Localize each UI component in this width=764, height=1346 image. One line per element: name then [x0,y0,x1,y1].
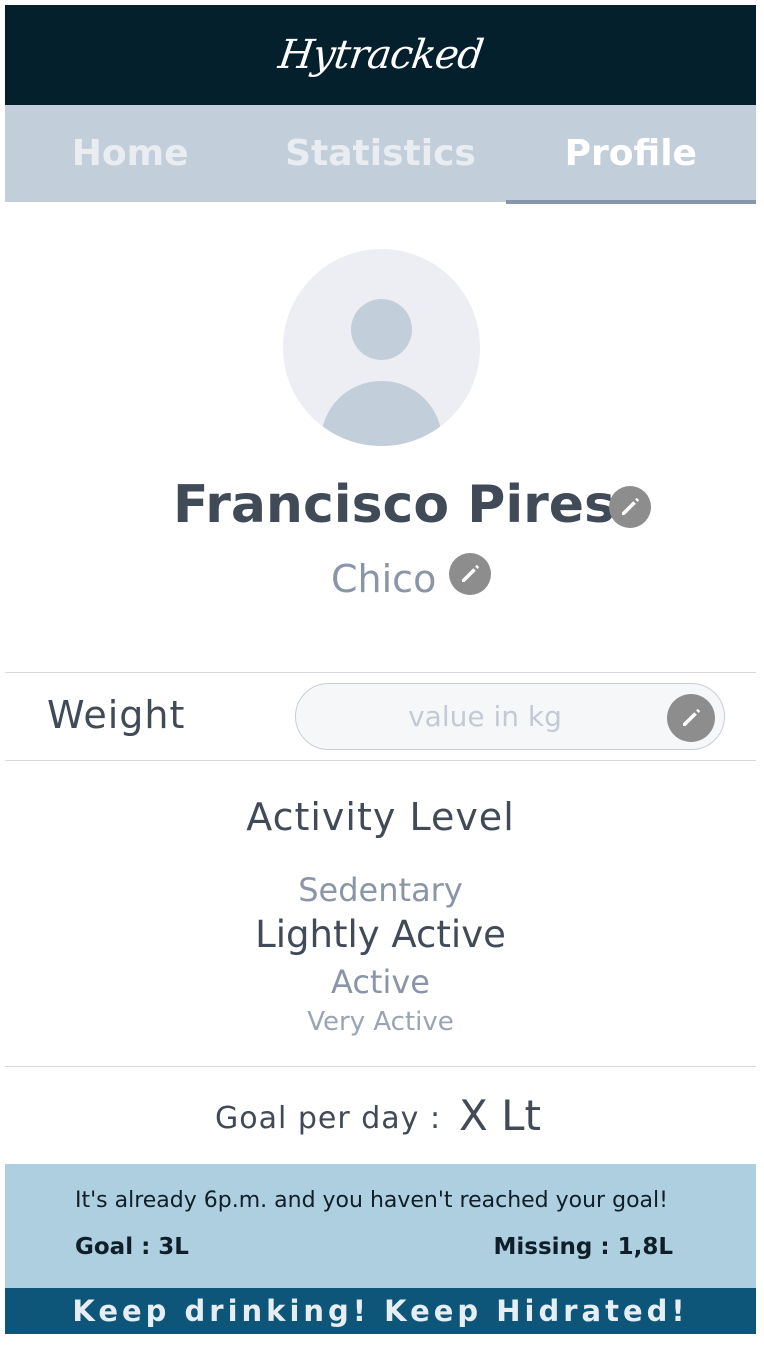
tab-statistics[interactable]: Statistics [255,105,505,202]
pencil-icon [622,498,639,515]
goal-row: Goal per day : X Lt [5,1091,756,1151]
weight-label: Weight [47,693,186,737]
goal-per-day-label: Goal per day : [215,1101,442,1136]
tab-home[interactable]: Home [5,105,255,202]
reminder-message: It's already 6p.m. and you haven't reach… [75,1188,668,1213]
edit-name-button[interactable] [609,486,651,528]
profile-nickname: Chico [331,557,437,601]
app-header: Hytracked [5,5,756,105]
tab-bar: Home Statistics Profile [5,105,756,204]
divider [5,760,756,761]
edit-nickname-button[interactable] [449,553,491,595]
pencil-icon [683,709,700,726]
activity-option-active[interactable]: Active [5,963,756,1001]
reminder-missing: Missing : 1,8L [493,1234,674,1260]
app-logo: Hytracked [275,32,486,78]
activity-level-title: Activity Level [246,795,515,839]
pencil-icon [462,565,479,582]
avatar-body [321,381,442,446]
tab-profile[interactable]: Profile [505,105,756,204]
goal-per-day-value: X Lt [459,1091,541,1140]
footer-banner: Keep drinking! Keep Hidrated! [5,1288,756,1334]
activity-option-sedentary[interactable]: Sedentary [5,871,756,909]
footer-slogan: Keep drinking! Keep Hidrated! [72,1294,689,1328]
edit-weight-button[interactable] [667,694,715,742]
divider [5,672,756,673]
profile-name: Francisco Pires [173,475,615,535]
goal-reminder-banner: It's already 6p.m. and you haven't reach… [5,1164,756,1288]
weight-input[interactable] [295,683,725,750]
activity-option-very-active[interactable]: Very Active [5,1007,756,1037]
reminder-goal: Goal : 3L [75,1234,189,1260]
user-avatar-icon[interactable] [283,249,480,446]
app-frame: Hytracked Home Statistics Profile Franci… [5,5,756,1334]
divider [5,1066,756,1067]
avatar-head [351,299,412,360]
activity-option-lightly-active[interactable]: Lightly Active [5,913,756,956]
